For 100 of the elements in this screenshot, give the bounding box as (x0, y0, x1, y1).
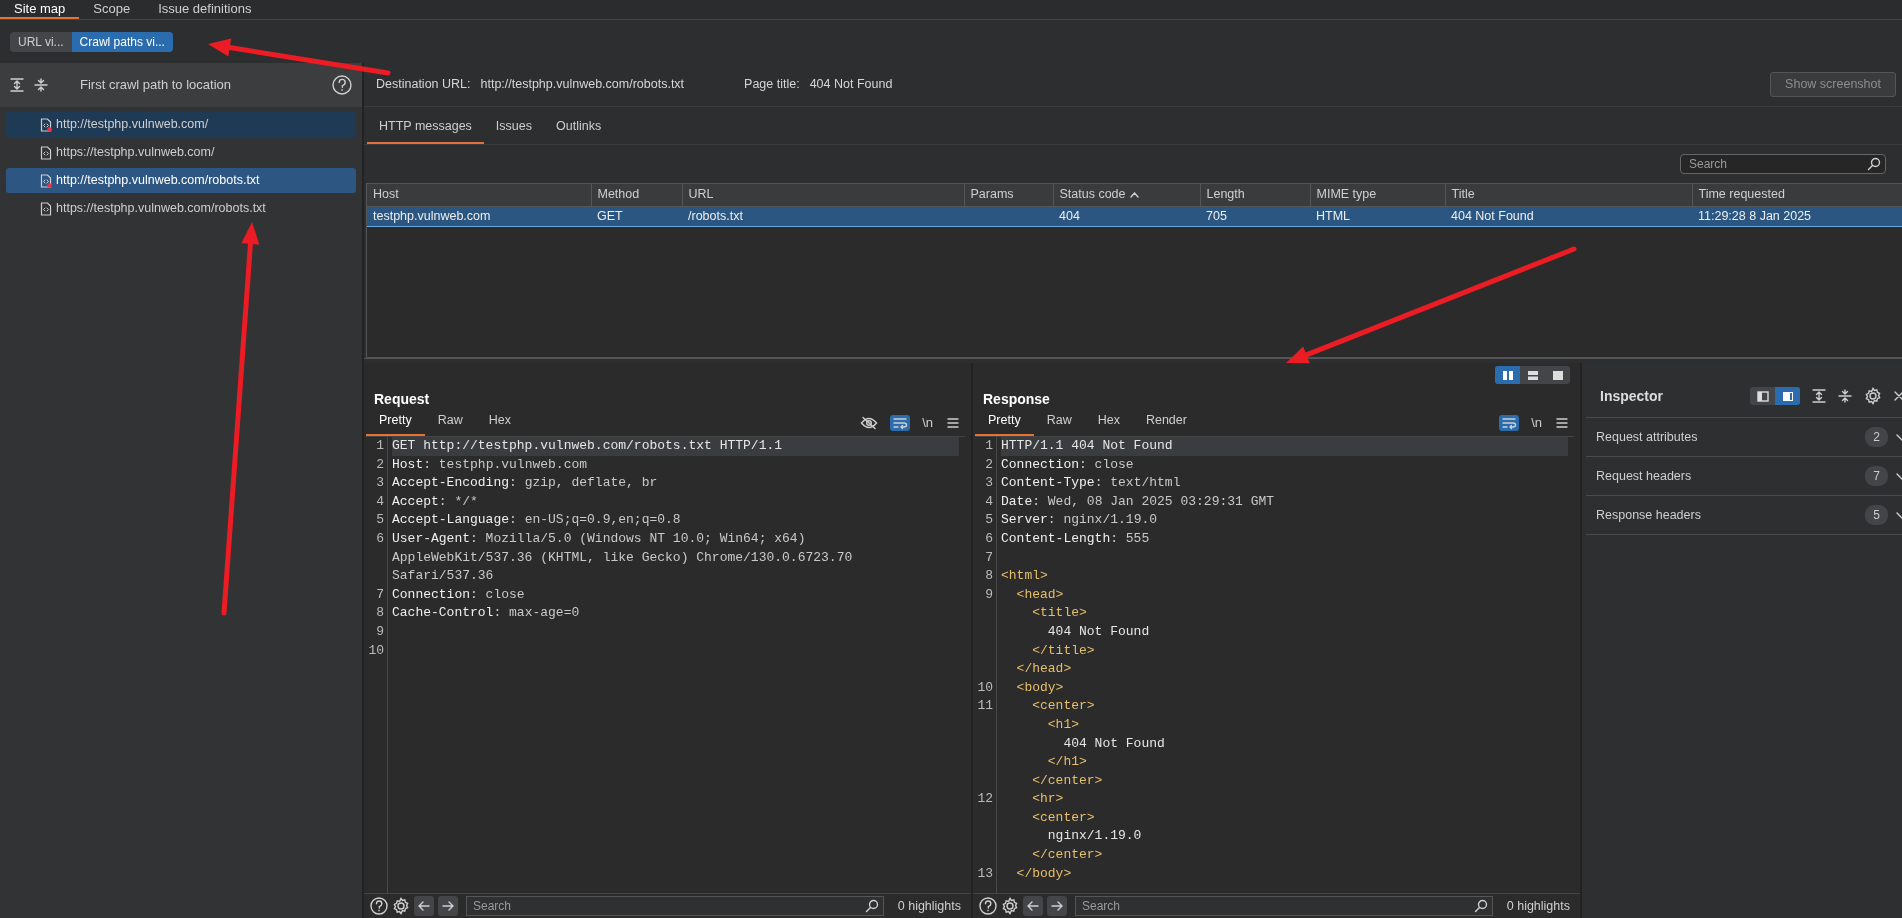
inspector-section[interactable]: Response headers 5 (1586, 496, 1902, 535)
show-screenshot-button[interactable]: Show screenshot (1770, 72, 1896, 97)
code-line: <hr> (1031, 790, 1065, 809)
column-header[interactable]: URL (682, 184, 964, 206)
table-cell: 404 Not Found (1445, 206, 1692, 226)
tab[interactable]: Raw (1033, 408, 1085, 436)
field-label: Destination URL: (376, 76, 471, 94)
newline-button[interactable]: \n (1529, 414, 1544, 431)
settings-icon[interactable] (1001, 897, 1019, 915)
dock-button[interactable] (1775, 387, 1800, 405)
dock-icon (1781, 390, 1794, 402)
line-number: 10 (976, 678, 993, 697)
wrap-button[interactable] (890, 414, 911, 431)
panel-title: First crawl path to location (80, 76, 232, 95)
search-icon[interactable] (1473, 899, 1488, 913)
tab[interactable]: Hex (1084, 408, 1133, 436)
line-number: 7 (984, 548, 993, 567)
back-button[interactable] (414, 896, 434, 916)
tree-item[interactable]: https://testphp.vulnweb.com/robots.txt (6, 196, 356, 221)
expand-all-icon[interactable] (10, 78, 24, 92)
help-icon[interactable] (979, 897, 997, 915)
column-header[interactable]: Params (964, 184, 1053, 206)
help-icon[interactable] (332, 75, 352, 95)
forward-button[interactable] (1047, 896, 1067, 916)
tab[interactable]: Issue definitions (144, 0, 266, 19)
line-number: 3 (375, 474, 384, 493)
help-icon[interactable] (370, 897, 388, 915)
column-header[interactable]: Title (1445, 184, 1692, 206)
settings-icon[interactable] (392, 897, 410, 915)
column-header[interactable]: Time requested (1692, 184, 1902, 206)
file-icon (40, 145, 52, 160)
column-header[interactable]: Length (1200, 184, 1310, 206)
wrap-button[interactable] (1499, 414, 1520, 431)
view-toggle-button[interactable]: Crawl paths vi... (71, 31, 173, 52)
column-header[interactable]: MIME type (1310, 184, 1445, 206)
eye-slash-icon (860, 415, 879, 430)
pane-title: Response (982, 390, 1051, 409)
tree-item[interactable]: https://testphp.vulnweb.com/ (6, 140, 356, 165)
code-line: Date: Wed, 08 Jan 2025 03:29:31 GMT (1001, 492, 1276, 511)
code-line: AppleWebKit/537.36 (KHTML, like Gecko) Chrome/130.0.6723.70 (392, 548, 854, 567)
count-badge: 5 (1865, 505, 1888, 525)
tree-item[interactable]: http://testphp.vulnweb.com/robots.txt (6, 168, 356, 193)
search-field[interactable]: Search (466, 896, 884, 916)
wrap-icon (892, 415, 909, 430)
search-icon[interactable] (1867, 157, 1881, 171)
code-line: 404 Not Found (1046, 622, 1151, 641)
search-icon[interactable] (864, 899, 879, 913)
code-line: Content-Length: 555 (1001, 529, 1151, 548)
code-line: <head> (1015, 585, 1065, 604)
line-number: 4 (984, 492, 993, 511)
layout-icon (1501, 369, 1514, 381)
menu-button[interactable] (945, 415, 961, 430)
table-cell: 705 (1200, 206, 1310, 226)
code-line: Accept-Encoding: gzip, deflate, br (392, 474, 659, 493)
line-number: 2 (984, 455, 993, 474)
search-field[interactable]: Search (1680, 154, 1886, 174)
code-line: Accept-Language: en-US;q=0.9,en;q=0.8 (392, 511, 682, 530)
tab[interactable]: Site map (0, 0, 80, 19)
column-header[interactable]: Method (591, 184, 682, 206)
tab[interactable]: Hex (475, 408, 524, 436)
settings-icon[interactable] (1864, 387, 1882, 405)
tab[interactable]: Raw (424, 408, 476, 436)
inspector-section[interactable]: Request attributes 2 (1586, 418, 1902, 457)
view-toggle-button[interactable]: URL vi... (10, 31, 72, 52)
code-line: <h1> (1046, 715, 1080, 734)
left-arrow-icon (418, 901, 430, 911)
tab[interactable]: Issues (483, 113, 544, 144)
layout-icon (1526, 369, 1539, 381)
menu-button[interactable] (1554, 415, 1570, 430)
layout-button[interactable] (1495, 366, 1520, 384)
menu-icon (947, 416, 959, 429)
collapse-all-icon[interactable] (34, 78, 48, 92)
forward-button[interactable] (438, 896, 458, 916)
code-line: </h1> (1046, 753, 1088, 772)
line-number: 3 (984, 474, 993, 493)
table-cell: /robots.txt (682, 206, 964, 226)
column-header[interactable]: Host (367, 184, 591, 206)
tree-item[interactable]: http://testphp.vulnweb.com/ (6, 112, 356, 137)
expand-all-icon[interactable] (1812, 389, 1826, 403)
table-cell: 11:29:28 8 Jan 2025 (1692, 206, 1902, 226)
line-number: 5 (375, 511, 384, 530)
tab[interactable]: Render (1132, 408, 1200, 436)
column-header[interactable]: Status code (1053, 184, 1200, 206)
tab[interactable]: Scope (79, 0, 145, 19)
search-field[interactable]: Search (1075, 896, 1493, 916)
code-line: </center> (1031, 846, 1104, 865)
menu-icon (1556, 416, 1568, 429)
collapse-all-icon[interactable] (1838, 389, 1852, 403)
line-number: 8 (375, 604, 384, 623)
line-number: 9 (375, 622, 384, 641)
code-line: User-Agent: Mozilla/5.0 (Windows NT 10.0; Win64; x64) (392, 529, 807, 548)
count-badge: 7 (1865, 466, 1888, 486)
inspector-section[interactable]: Request headers 7 (1586, 457, 1902, 496)
table-cell: testphp.vulnweb.com (367, 206, 591, 226)
code-line: nginx/1.19.0 (1046, 827, 1143, 846)
newline-button[interactable]: \n (920, 414, 935, 431)
close-icon[interactable] (1894, 390, 1902, 402)
back-button[interactable] (1023, 896, 1043, 916)
tab[interactable]: HTTP messages (367, 113, 484, 144)
tab[interactable]: Outlinks (544, 113, 614, 144)
